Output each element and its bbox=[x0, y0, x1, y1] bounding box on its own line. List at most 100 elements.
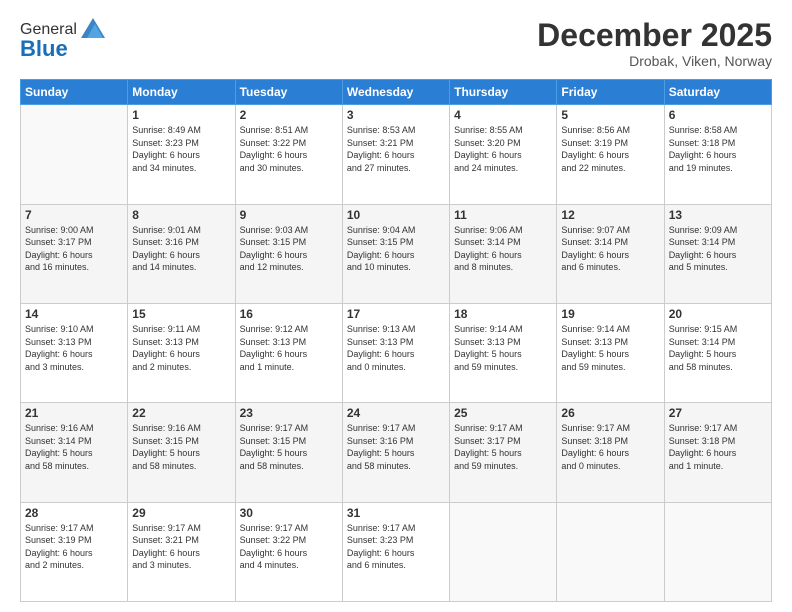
day-number: 23 bbox=[240, 406, 338, 420]
day-number: 21 bbox=[25, 406, 123, 420]
day-info: Sunrise: 9:03 AMSunset: 3:15 PMDaylight:… bbox=[240, 224, 338, 274]
page: General Blue December 2025 Drobak, Viken… bbox=[0, 0, 792, 612]
day-number: 9 bbox=[240, 208, 338, 222]
day-info: Sunrise: 8:49 AMSunset: 3:23 PMDaylight:… bbox=[132, 124, 230, 174]
day-number: 11 bbox=[454, 208, 552, 222]
weekday-header-friday: Friday bbox=[557, 80, 664, 105]
calendar-cell: 2 Sunrise: 8:51 AMSunset: 3:22 PMDaylight… bbox=[235, 105, 342, 204]
weekday-header-sunday: Sunday bbox=[21, 80, 128, 105]
day-info: Sunrise: 8:53 AMSunset: 3:21 PMDaylight:… bbox=[347, 124, 445, 174]
week-row-3: 14Sunrise: 9:10 AMSunset: 3:13 PMDayligh… bbox=[21, 303, 772, 402]
day-info: Sunrise: 9:15 AMSunset: 3:14 PMDaylight:… bbox=[669, 323, 767, 373]
weekday-header-thursday: Thursday bbox=[450, 80, 557, 105]
calendar-cell: 14Sunrise: 9:10 AMSunset: 3:13 PMDayligh… bbox=[21, 303, 128, 402]
calendar-cell bbox=[664, 502, 771, 601]
calendar-cell: 12Sunrise: 9:07 AMSunset: 3:14 PMDayligh… bbox=[557, 204, 664, 303]
weekday-header-row: SundayMondayTuesdayWednesdayThursdayFrid… bbox=[21, 80, 772, 105]
calendar-cell: 16Sunrise: 9:12 AMSunset: 3:13 PMDayligh… bbox=[235, 303, 342, 402]
day-info: Sunrise: 9:16 AMSunset: 3:14 PMDaylight:… bbox=[25, 422, 123, 472]
day-number: 10 bbox=[347, 208, 445, 222]
day-info: Sunrise: 9:17 AMSunset: 3:15 PMDaylight:… bbox=[240, 422, 338, 472]
calendar-cell: 15 Sunrise: 9:11 AMSunset: 3:13 PMDayligh… bbox=[128, 303, 235, 402]
day-number: 19 bbox=[561, 307, 659, 321]
day-number: 29 bbox=[132, 506, 230, 520]
day-info: Sunrise: 9:17 AMSunset: 3:17 PMDaylight:… bbox=[454, 422, 552, 472]
day-number: 12 bbox=[561, 208, 659, 222]
weekday-header-tuesday: Tuesday bbox=[235, 80, 342, 105]
calendar-cell: 27Sunrise: 9:17 AMSunset: 3:18 PMDayligh… bbox=[664, 403, 771, 502]
calendar-cell: 8 Sunrise: 9:01 AMSunset: 3:16 PMDaylight… bbox=[128, 204, 235, 303]
week-row-4: 21 Sunrise: 9:16 AMSunset: 3:14 PMDayligh… bbox=[21, 403, 772, 502]
calendar-cell bbox=[557, 502, 664, 601]
day-info: Sunrise: 9:06 AMSunset: 3:14 PMDaylight:… bbox=[454, 224, 552, 274]
day-info: Sunrise: 9:14 AMSunset: 3:13 PMDaylight:… bbox=[454, 323, 552, 373]
day-number: 20 bbox=[669, 307, 767, 321]
calendar-cell: 25 Sunrise: 9:17 AMSunset: 3:17 PMDayligh… bbox=[450, 403, 557, 502]
day-info: Sunrise: 9:12 AMSunset: 3:13 PMDaylight:… bbox=[240, 323, 338, 373]
day-number: 18 bbox=[454, 307, 552, 321]
calendar-cell: 29 Sunrise: 9:17 AMSunset: 3:21 PMDayligh… bbox=[128, 502, 235, 601]
month-title: December 2025 bbox=[537, 18, 772, 53]
calendar-cell: 26 Sunrise: 9:17 AMSunset: 3:18 PMDayligh… bbox=[557, 403, 664, 502]
day-number: 15 bbox=[132, 307, 230, 321]
logo-blue-text: Blue bbox=[20, 36, 68, 62]
calendar-cell: 3 Sunrise: 8:53 AMSunset: 3:21 PMDaylight… bbox=[342, 105, 449, 204]
day-info: Sunrise: 9:13 AMSunset: 3:13 PMDaylight:… bbox=[347, 323, 445, 373]
day-info: Sunrise: 9:04 AMSunset: 3:15 PMDaylight:… bbox=[347, 224, 445, 274]
day-info: Sunrise: 9:17 AMSunset: 3:18 PMDaylight:… bbox=[561, 422, 659, 472]
calendar-cell: 28Sunrise: 9:17 AMSunset: 3:19 PMDayligh… bbox=[21, 502, 128, 601]
calendar-cell: 1 Sunrise: 8:49 AMSunset: 3:23 PMDaylight… bbox=[128, 105, 235, 204]
calendar-cell: 22 Sunrise: 9:16 AMSunset: 3:15 PMDayligh… bbox=[128, 403, 235, 502]
day-number: 26 bbox=[561, 406, 659, 420]
calendar-cell: 31 Sunrise: 9:17 AMSunset: 3:23 PMDayligh… bbox=[342, 502, 449, 601]
day-number: 30 bbox=[240, 506, 338, 520]
day-info: Sunrise: 9:14 AMSunset: 3:13 PMDaylight:… bbox=[561, 323, 659, 373]
day-info: Sunrise: 9:16 AMSunset: 3:15 PMDaylight:… bbox=[132, 422, 230, 472]
day-number: 1 bbox=[132, 108, 230, 122]
calendar-cell: 24Sunrise: 9:17 AMSunset: 3:16 PMDayligh… bbox=[342, 403, 449, 502]
calendar-cell: 7Sunrise: 9:00 AMSunset: 3:17 PMDaylight… bbox=[21, 204, 128, 303]
day-number: 25 bbox=[454, 406, 552, 420]
day-number: 5 bbox=[561, 108, 659, 122]
day-info: Sunrise: 9:17 AMSunset: 3:23 PMDaylight:… bbox=[347, 522, 445, 572]
day-info: Sunrise: 9:00 AMSunset: 3:17 PMDaylight:… bbox=[25, 224, 123, 274]
day-number: 3 bbox=[347, 108, 445, 122]
day-info: Sunrise: 9:11 AMSunset: 3:13 PMDaylight:… bbox=[132, 323, 230, 373]
calendar-cell: 5 Sunrise: 8:56 AMSunset: 3:19 PMDaylight… bbox=[557, 105, 664, 204]
calendar-cell bbox=[21, 105, 128, 204]
day-number: 2 bbox=[240, 108, 338, 122]
day-info: Sunrise: 8:58 AMSunset: 3:18 PMDaylight:… bbox=[669, 124, 767, 174]
day-info: Sunrise: 9:09 AMSunset: 3:14 PMDaylight:… bbox=[669, 224, 767, 274]
calendar-cell: 30 Sunrise: 9:17 AMSunset: 3:22 PMDayligh… bbox=[235, 502, 342, 601]
header: General Blue December 2025 Drobak, Viken… bbox=[20, 18, 772, 69]
day-info: Sunrise: 9:01 AMSunset: 3:16 PMDaylight:… bbox=[132, 224, 230, 274]
calendar-cell: 20 Sunrise: 9:15 AMSunset: 3:14 PMDayligh… bbox=[664, 303, 771, 402]
day-info: Sunrise: 8:56 AMSunset: 3:19 PMDaylight:… bbox=[561, 124, 659, 174]
weekday-header-monday: Monday bbox=[128, 80, 235, 105]
calendar-cell: 21 Sunrise: 9:16 AMSunset: 3:14 PMDayligh… bbox=[21, 403, 128, 502]
day-number: 4 bbox=[454, 108, 552, 122]
title-block: December 2025 Drobak, Viken, Norway bbox=[537, 18, 772, 69]
calendar-cell: 6 Sunrise: 8:58 AMSunset: 3:18 PMDaylight… bbox=[664, 105, 771, 204]
logo-icon bbox=[79, 14, 107, 42]
day-number: 6 bbox=[669, 108, 767, 122]
day-number: 31 bbox=[347, 506, 445, 520]
location: Drobak, Viken, Norway bbox=[537, 53, 772, 69]
day-info: Sunrise: 8:51 AMSunset: 3:22 PMDaylight:… bbox=[240, 124, 338, 174]
weekday-header-saturday: Saturday bbox=[664, 80, 771, 105]
day-number: 27 bbox=[669, 406, 767, 420]
day-number: 17 bbox=[347, 307, 445, 321]
calendar-cell: 10 Sunrise: 9:04 AMSunset: 3:15 PMDayligh… bbox=[342, 204, 449, 303]
day-info: Sunrise: 9:17 AMSunset: 3:22 PMDaylight:… bbox=[240, 522, 338, 572]
day-info: Sunrise: 9:17 AMSunset: 3:19 PMDaylight:… bbox=[25, 522, 123, 572]
day-info: Sunrise: 8:55 AMSunset: 3:20 PMDaylight:… bbox=[454, 124, 552, 174]
day-info: Sunrise: 9:10 AMSunset: 3:13 PMDaylight:… bbox=[25, 323, 123, 373]
calendar-cell bbox=[450, 502, 557, 601]
day-number: 22 bbox=[132, 406, 230, 420]
day-number: 8 bbox=[132, 208, 230, 222]
day-number: 13 bbox=[669, 208, 767, 222]
day-info: Sunrise: 9:17 AMSunset: 3:21 PMDaylight:… bbox=[132, 522, 230, 572]
calendar-cell: 11 Sunrise: 9:06 AMSunset: 3:14 PMDayligh… bbox=[450, 204, 557, 303]
week-row-2: 7Sunrise: 9:00 AMSunset: 3:17 PMDaylight… bbox=[21, 204, 772, 303]
logo: General Blue bbox=[20, 18, 107, 62]
